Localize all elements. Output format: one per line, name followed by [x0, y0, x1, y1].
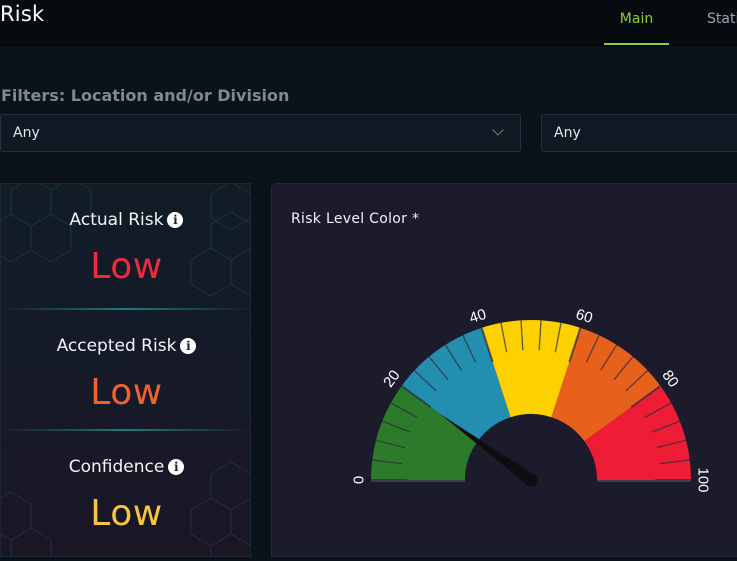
top-bar: Risk Main Statistics [0, 0, 737, 47]
tab-main-underline [604, 43, 669, 45]
risk-gauge: 0 20 40 60 80 100 [351, 306, 712, 493]
actual-risk-label-row: Actual Risk i [1, 210, 250, 230]
page-title: Risk [0, 2, 45, 26]
risk-summary-panel: Actual Risk i Low Accepted Risk i Low Conf… [0, 183, 251, 557]
gauge-base-left [371, 480, 465, 482]
filters-label: Filters: Location and/or Division [1, 86, 290, 105]
accepted-risk-value: Low [90, 372, 163, 413]
risk-gauge-panel: Risk Level Color * 0 20 40 60 80 100 [271, 183, 737, 557]
gauge-needle-hub [524, 473, 538, 487]
gauge-tick-label: 100 [695, 467, 712, 492]
gauge-tick-label: 60 [574, 306, 595, 327]
accepted-risk-label: Accepted Risk [56, 336, 177, 356]
info-icon[interactable]: i [168, 459, 185, 475]
confidence-label: Confidence [68, 457, 165, 477]
gauge-tick-label: 40 [467, 306, 488, 327]
confidence-label-row: Confidence i [1, 457, 250, 477]
confidence-card: Confidence i Low [1, 431, 250, 552]
location-select-value: Any [13, 125, 40, 141]
tab-statistics[interactable]: Statistics [707, 11, 737, 45]
actual-risk-value: Low [90, 246, 163, 287]
actual-risk-card: Actual Risk i Low [1, 184, 250, 305]
location-select[interactable]: Any [0, 114, 521, 152]
info-icon[interactable]: i [167, 212, 184, 228]
division-select-value: Any [554, 125, 581, 141]
chevron-down-icon [492, 124, 504, 136]
gauge-base-right [597, 480, 691, 482]
gauge-tick-label: 20 [380, 367, 404, 390]
accepted-risk-label-row: Accepted Risk i [1, 336, 250, 356]
actual-risk-label: Actual Risk [69, 210, 164, 230]
info-icon[interactable]: i [180, 338, 197, 354]
gauge-tick-label: 0 [351, 476, 368, 484]
division-select[interactable]: Any [541, 114, 737, 152]
gauge-tick-label: 80 [658, 367, 682, 390]
accepted-risk-card: Accepted Risk i Low [1, 310, 250, 431]
confidence-value: Low [90, 493, 163, 534]
tab-main[interactable]: Main [604, 11, 669, 45]
